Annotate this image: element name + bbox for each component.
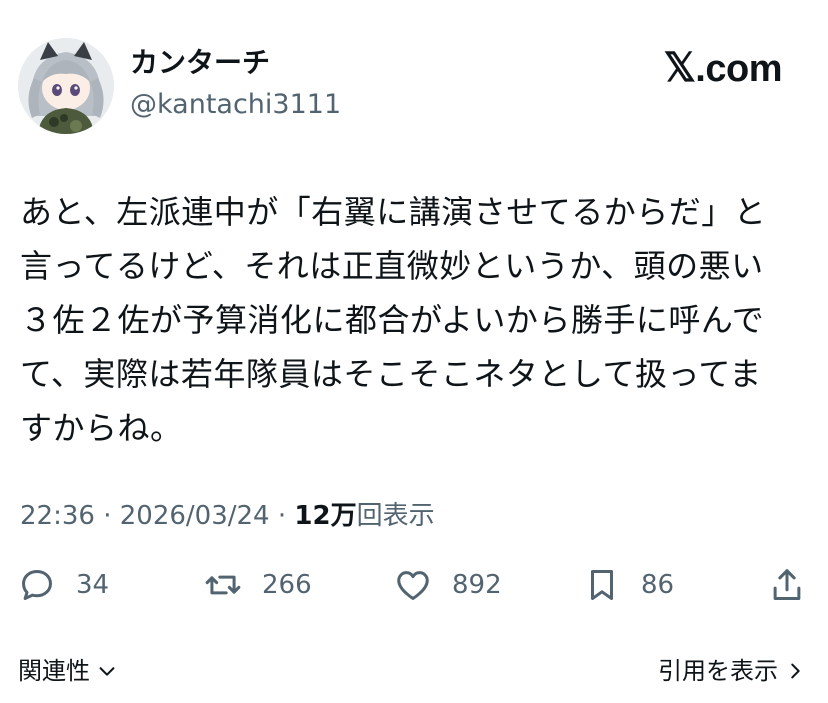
reply-icon bbox=[22, 570, 52, 600]
tweet-meta: 22:36 · 2026/03/24 · 12万回表示 bbox=[20, 498, 435, 534]
tweet-date[interactable]: 2026/03/24 bbox=[120, 501, 270, 531]
tweet-text: あと、左派連中が「右翼に講演させてるからだ」と 言ってるけど、それは正直微妙とい… bbox=[20, 185, 810, 455]
x-logo-icon: 𝕏 bbox=[663, 46, 696, 90]
reply-count: 34 bbox=[76, 570, 110, 600]
bookmark-button[interactable]: 86 bbox=[583, 562, 674, 608]
avatar-image bbox=[18, 38, 114, 134]
tweet-line: て、実際は若年隊員はそこそこネタとして扱ってま bbox=[20, 355, 762, 393]
heart-icon bbox=[397, 571, 429, 600]
x-brand-logo: 𝕏.com bbox=[663, 46, 783, 91]
tweet-line: あと、左派連中が「右翼に講演させてるからだ」と bbox=[20, 193, 767, 231]
tweet-time[interactable]: 22:36 bbox=[20, 501, 95, 531]
bookmark-count: 86 bbox=[641, 570, 675, 600]
views-count: 12万 bbox=[294, 501, 357, 531]
chevron-down-icon bbox=[99, 667, 115, 676]
brand-domain: .com bbox=[695, 48, 782, 90]
quotes-label: 引用を表示 bbox=[658, 657, 778, 685]
repost-icon bbox=[205, 575, 241, 595]
avatar[interactable] bbox=[18, 38, 114, 134]
related-sort-button[interactable]: 関連性 bbox=[18, 654, 118, 688]
repost-count: 266 bbox=[262, 570, 312, 600]
chevron-right-icon bbox=[791, 663, 800, 679]
repost-button[interactable]: 266 bbox=[204, 562, 312, 608]
share-icon bbox=[773, 569, 801, 600]
action-bar: 34 266 892 86 bbox=[0, 562, 828, 608]
reply-button[interactable]: 34 bbox=[18, 562, 109, 608]
like-count: 892 bbox=[452, 570, 502, 600]
bookmark-icon bbox=[590, 570, 614, 600]
meta-separator: · bbox=[269, 501, 295, 531]
tweet-line: 言ってるけど、それは正直微妙というか、頭の悪い bbox=[20, 247, 764, 285]
view-quotes-link[interactable]: 引用を表示 bbox=[658, 654, 806, 688]
like-button[interactable]: 892 bbox=[394, 562, 502, 608]
user-handle[interactable]: @kantachi3111 bbox=[130, 88, 341, 122]
meta-separator: · bbox=[94, 501, 120, 531]
related-label: 関連性 bbox=[18, 657, 90, 685]
tweet-line: すからね。 bbox=[20, 409, 183, 447]
tweet-line: ３佐２佐が予算消化に都合がよいから勝手に呼んで bbox=[20, 301, 765, 339]
share-button[interactable] bbox=[768, 562, 806, 608]
display-name[interactable]: カンターチ bbox=[130, 46, 270, 80]
views-label: 回表示 bbox=[356, 501, 435, 531]
